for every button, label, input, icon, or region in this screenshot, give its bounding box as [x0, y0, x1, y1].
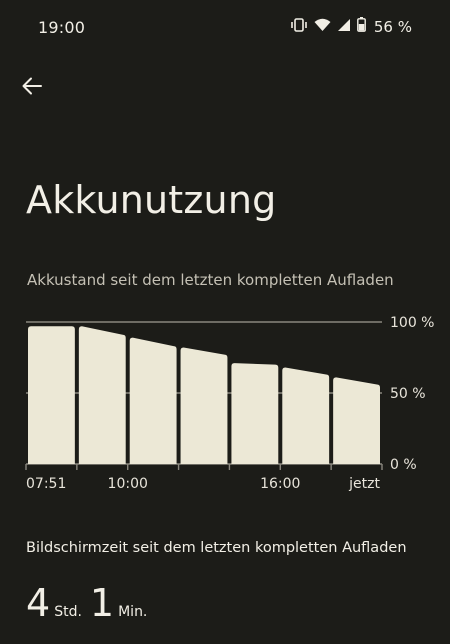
battery-percent: 56 %	[373, 17, 412, 36]
signal-icon	[337, 17, 351, 36]
battery-bar	[78, 326, 126, 464]
back-arrow-icon	[22, 77, 42, 95]
status-time: 19:00	[38, 18, 86, 37]
screen-time-minutes-unit: Min.	[118, 604, 148, 620]
wifi-icon	[314, 17, 331, 36]
x-tick-label: 10:00	[108, 476, 148, 492]
vibrate-icon	[290, 17, 308, 36]
status-bar: 19:00 56 %	[0, 0, 450, 56]
x-tick-label: 07:51	[26, 476, 66, 492]
x-tick-label: jetzt	[348, 476, 380, 492]
battery-bar	[28, 326, 75, 464]
battery-chart: 100 % 50 % 0 % 07:51 10:00 16:00 jetzt	[0, 300, 450, 500]
y-tick-label: 50 %	[390, 386, 426, 402]
battery-bar	[282, 367, 330, 464]
screen-time-minutes: 1	[89, 581, 115, 625]
status-icons: 56 %	[290, 17, 412, 36]
screen-time-value: 4 Std. 1 Min.	[26, 584, 155, 622]
screen-time-label: Bildschirmzeit seit dem letzten komplett…	[26, 540, 407, 556]
screen-time-hours: 4	[26, 581, 51, 625]
battery-bar	[129, 337, 177, 464]
y-tick-label: 0 %	[390, 457, 417, 473]
screen-time-hours-unit: Std.	[54, 604, 82, 620]
battery-bar	[231, 363, 279, 464]
battery-icon	[356, 17, 366, 36]
page-title: Akkunutzung	[26, 178, 277, 222]
battery-chart-svg: 100 % 50 % 0 % 07:51 10:00 16:00 jetzt	[25, 315, 434, 492]
y-tick-label: 100 %	[390, 315, 434, 331]
x-tick-label: 16:00	[260, 476, 300, 492]
chart-subtitle: Akkustand seit dem letzten kompletten Au…	[27, 271, 394, 289]
back-button[interactable]	[18, 72, 46, 100]
battery-bar	[180, 347, 228, 464]
battery-bar	[333, 377, 380, 464]
